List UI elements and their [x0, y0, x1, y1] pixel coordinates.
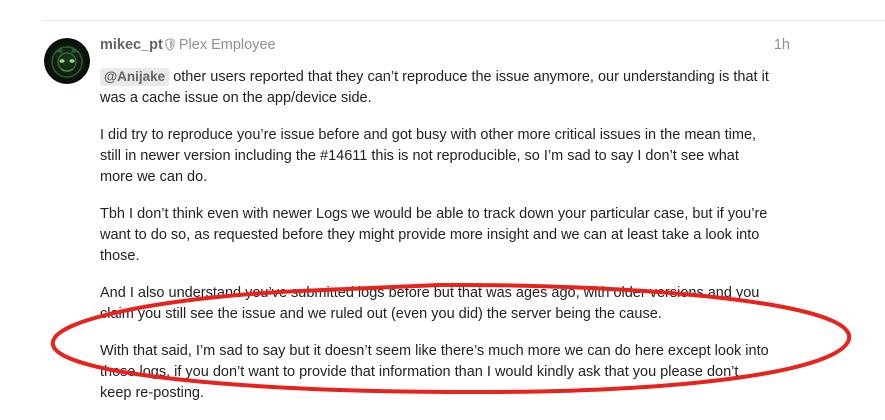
post-date[interactable]: 1h [774, 35, 790, 55]
post-paragraph: @Anijake other users reported that they … [100, 67, 800, 109]
post-paragraph: Tbh I don’t think even with newer Logs w… [100, 206, 768, 264]
forum-post: mikec_pt Plex Employee 1h @Anijake other … [0, 0, 885, 411]
user-title: Plex Employee [178, 37, 276, 53]
username[interactable]: mikec_pt [100, 37, 163, 53]
post-paragraph: With that said, I’m sad to say but it do… [100, 343, 769, 401]
post-paragraph: I did try to reproduce you’re issue befo… [100, 127, 757, 185]
post-header: mikec_pt Plex Employee 1h [100, 35, 790, 55]
post-paragraph: And I also understand you’ve submitted l… [100, 285, 760, 322]
shield-icon [165, 37, 175, 57]
paragraph-text: other users reported that they can’t rep… [100, 69, 769, 106]
user-mention[interactable]: @Anijake [100, 68, 170, 86]
avatar[interactable] [44, 38, 90, 84]
post-body: @Anijake other users reported that they … [100, 67, 800, 420]
